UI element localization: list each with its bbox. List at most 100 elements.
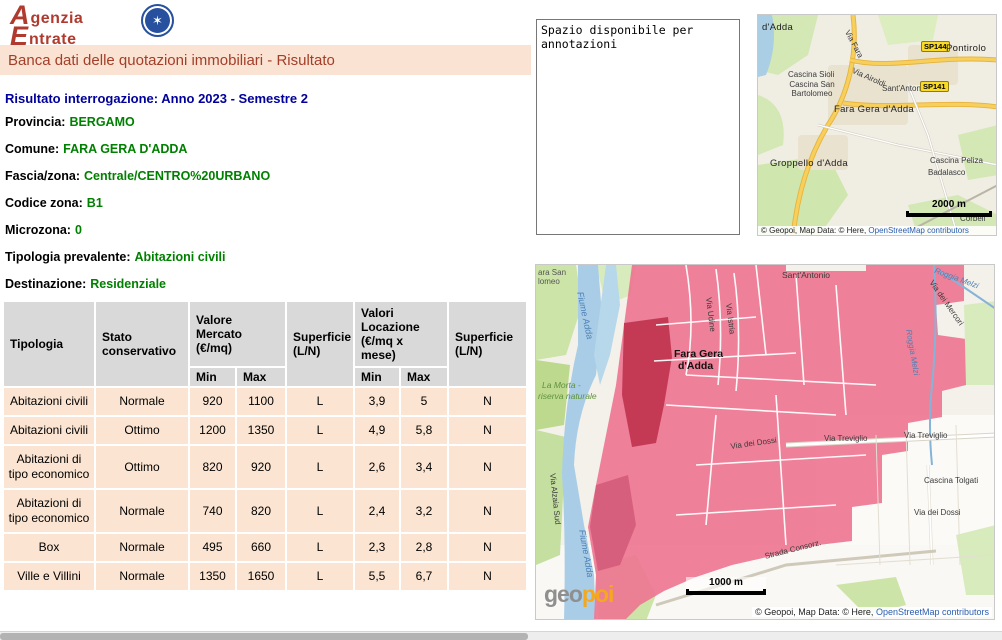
- cell-tipologia: Ville e Villini: [4, 563, 94, 590]
- cell-superficie: L: [287, 563, 353, 590]
- cell-superficie: L: [287, 446, 353, 488]
- field-microzona: Microzona: 0: [5, 223, 82, 237]
- cell-min: 1200: [190, 417, 235, 444]
- cell-superficie: L: [287, 388, 353, 415]
- cell-min: 2,3: [355, 534, 399, 561]
- map-label-place: Badalasco: [928, 169, 965, 178]
- cell-tipologia: Abitazioni di tipo economico: [4, 490, 94, 532]
- field-label: Tipologia prevalente:: [5, 250, 131, 264]
- geopoi-logo: geopoi: [544, 581, 613, 608]
- cell-tipologia: Abitazioni di tipo economico: [4, 446, 94, 488]
- field-value: Centrale/CENTRO%20URBANO: [84, 169, 270, 183]
- cell-min: 2,6: [355, 446, 399, 488]
- cell-max: 5,8: [401, 417, 447, 444]
- agenzia-entrate-logo: A genzia E ntrate: [10, 2, 83, 50]
- map-label-place: Sant'Antonio: [782, 271, 830, 280]
- cell-stato: Ottimo: [96, 417, 188, 444]
- field-label: Provincia:: [5, 115, 65, 129]
- map-scale-label: 2000 m: [932, 199, 966, 210]
- cell-tipologia: Abitazioni civili: [4, 388, 94, 415]
- cell-min: 5,5: [355, 563, 399, 590]
- map-label-place: lomeo: [538, 278, 560, 287]
- field-codice-zona: Codice zona: B1: [5, 196, 103, 210]
- field-comune: Comune:FARA GERA D'ADDA: [5, 142, 187, 156]
- cell-min: 1350: [190, 563, 235, 590]
- geopoi-logo-poi: poi: [582, 581, 614, 607]
- logo-text-genzia: genzia: [31, 11, 84, 29]
- attribution-link[interactable]: OpenStreetMap contributors: [868, 226, 969, 235]
- cell-min: 2,4: [355, 490, 399, 532]
- cell-max: 3,2: [401, 490, 447, 532]
- field-label: Microzona:: [5, 223, 71, 237]
- map-attribution: © Geopoi, Map Data: © Here, OpenStreetMa…: [758, 226, 997, 235]
- cell-tipologia: Box: [4, 534, 94, 561]
- field-label: Destinazione:: [5, 277, 86, 291]
- map-scale-label: 1000 m: [709, 577, 743, 588]
- road-badge-sp141: SP141: [920, 81, 949, 92]
- map-label-street: Via Treviglio: [904, 432, 947, 441]
- cell-stato: Normale: [96, 563, 188, 590]
- map-label-town: d'Adda: [762, 23, 793, 33]
- map-scale: 1000 m: [686, 577, 766, 595]
- col-header-min-locazione: Min: [355, 368, 399, 386]
- field-value: Abitazioni civili: [135, 250, 226, 264]
- table-row: BoxNormale495660L2,32,8N: [4, 534, 526, 561]
- cell-max: 1650: [237, 563, 285, 590]
- map-label-town: d'Adda: [678, 361, 713, 373]
- cell-superficie: N: [449, 446, 526, 488]
- map-scale: 2000 m: [906, 199, 992, 217]
- cell-min: 740: [190, 490, 235, 532]
- geopoi-logo-geo: geo: [544, 581, 582, 607]
- cell-superficie: N: [449, 417, 526, 444]
- map-label-place: Cascina San Bartolomeo: [786, 81, 838, 99]
- cell-max: 6,7: [401, 563, 447, 590]
- col-header-max-locazione: Max: [401, 368, 447, 386]
- map-label-nature: riserva naturale: [538, 392, 597, 401]
- field-fascia-zona: Fascia/zona:Centrale/CENTRO%20URBANO: [5, 169, 270, 183]
- col-header-valore-mercato: Valore Mercato (€/mq): [190, 302, 285, 366]
- field-value: 0: [75, 223, 82, 237]
- attribution-link[interactable]: OpenStreetMap contributors: [876, 607, 989, 617]
- table-row: Ville e VilliniNormale13501650L5,56,7N: [4, 563, 526, 590]
- italy-emblem-icon: ✶: [141, 4, 174, 37]
- table-row: Abitazioni di tipo economicoOttimo820920…: [4, 446, 526, 488]
- map-label-town: Fara Gera: [674, 349, 723, 361]
- result-heading: Risultato interrogazione: Anno 2023 - Se…: [5, 91, 308, 106]
- field-value: B1: [87, 196, 103, 210]
- table-row: Abitazioni di tipo economicoNormale74082…: [4, 490, 526, 532]
- col-header-min-mercato: Min: [190, 368, 235, 386]
- cell-superficie: N: [449, 490, 526, 532]
- zone-map[interactable]: ara San lomeo Sant'Antonio Fiume Adda Vi…: [535, 264, 995, 620]
- cell-stato: Ottimo: [96, 446, 188, 488]
- table-row: Abitazioni civiliOttimo12001350L4,95,8N: [4, 417, 526, 444]
- cell-tipologia: Abitazioni civili: [4, 417, 94, 444]
- map-scale-bar: [906, 211, 992, 217]
- field-label: Codice zona:: [5, 196, 83, 210]
- cell-min: 4,9: [355, 417, 399, 444]
- cell-superficie: L: [287, 490, 353, 532]
- overview-map[interactable]: d'Adda Via Fara Via Airoldi SP144 Pontir…: [757, 14, 997, 236]
- map-label-town: Fara Gera d'Adda: [834, 105, 914, 115]
- cell-stato: Normale: [96, 534, 188, 561]
- scrollbar-thumb[interactable]: [0, 633, 528, 640]
- page-title: Banca dati delle quotazioni immobiliari …: [8, 52, 335, 69]
- quotations-table: Tipologia Stato conservativo Valore Merc…: [2, 300, 528, 592]
- cell-superficie: N: [449, 534, 526, 561]
- field-label: Comune:: [5, 142, 59, 156]
- page-title-banner: Banca dati delle quotazioni immobiliari …: [0, 45, 531, 75]
- col-header-stato: Stato conservativo: [96, 302, 188, 386]
- table-row: Abitazioni civiliNormale9201100L3,95N: [4, 388, 526, 415]
- map-label-nature: La Morta -: [542, 381, 581, 390]
- horizontal-scrollbar[interactable]: [0, 631, 1002, 640]
- field-tipologia-prevalente: Tipologia prevalente: Abitazioni civili: [5, 250, 226, 264]
- star-icon: ✶: [152, 13, 163, 29]
- cell-stato: Normale: [96, 490, 188, 532]
- col-header-superficie-1: Superficie (L/N): [287, 302, 353, 386]
- field-destinazione: Destinazione:Residenziale: [5, 277, 166, 291]
- col-header-superficie-2: Superficie (L/N): [449, 302, 526, 386]
- map-label-town: Groppello d'Adda: [770, 159, 848, 169]
- cell-max: 920: [237, 446, 285, 488]
- cell-max: 1100: [237, 388, 285, 415]
- annotations-textarea[interactable]: Spazio disponibile per annotazioni: [536, 19, 740, 235]
- cell-stato: Normale: [96, 388, 188, 415]
